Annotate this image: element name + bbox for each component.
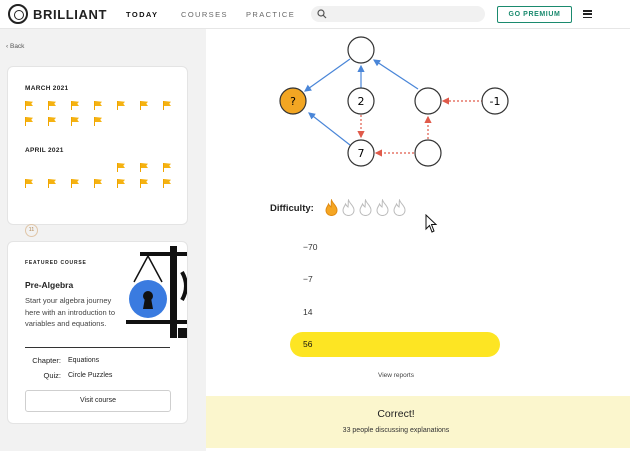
- visit-course-button[interactable]: Visit course: [25, 390, 171, 412]
- hamburger-menu-icon[interactable]: [583, 10, 592, 19]
- flame-filled-icon: [325, 199, 338, 216]
- nav-practice[interactable]: PRACTICE: [246, 10, 295, 19]
- answer-option-1[interactable]: −70: [290, 235, 500, 260]
- chapter-value: Equations: [68, 357, 100, 364]
- node-bottom: [414, 139, 442, 167]
- answer-option-2[interactable]: −7: [290, 267, 500, 292]
- streak-flag-icon: [48, 101, 56, 110]
- sidebar: ‹ Back MARCH 2021 APRIL 2021 11 FEATURED…: [0, 29, 206, 451]
- today-day-badge[interactable]: 11: [25, 224, 38, 237]
- nav-today[interactable]: TODAY: [126, 10, 158, 19]
- result-banner: Correct! 33 people discussing explanatio…: [206, 396, 630, 448]
- node-unknown: ?: [279, 87, 307, 115]
- featured-course-card: FEATURED COURSE Pre-Algebra Start your a…: [7, 241, 188, 424]
- problem-area: ? 2 -1 7 Difficulty: −70 −7 14 56 View r…: [206, 29, 630, 451]
- circle-puzzle-graph: ? 2 -1 7: [279, 36, 509, 167]
- search-input[interactable]: [311, 6, 485, 22]
- difficulty-label: Difficulty:: [270, 203, 314, 214]
- flame-empty-icon: [393, 199, 406, 216]
- streak-flag-icon: [163, 101, 171, 110]
- flame-empty-icon: [359, 199, 372, 216]
- streak-flag-icon: [71, 101, 79, 110]
- nav-courses[interactable]: COURSES: [181, 10, 228, 19]
- node-7-label: 7: [358, 147, 365, 160]
- balance-scale-illustration: [126, 246, 187, 338]
- month-label-april: APRIL 2021: [25, 147, 64, 154]
- edge-7-to-unknown: [308, 112, 351, 146]
- view-reports-link[interactable]: View reports: [206, 372, 586, 379]
- logo-icon: [8, 4, 28, 24]
- streak-flag-icon: [48, 179, 56, 188]
- course-description: Start your algebra journey here with an …: [25, 296, 116, 328]
- node-neg1-label: -1: [490, 95, 501, 108]
- node-2: 2: [347, 87, 375, 115]
- streak-flag-icon: [94, 117, 102, 126]
- brilliant-logo[interactable]: BRILLIANT: [8, 4, 107, 24]
- course-title[interactable]: Pre-Algebra: [25, 280, 73, 290]
- brand-name: BRILLIANT: [33, 6, 107, 22]
- quiz-label: Quiz:: [43, 371, 61, 380]
- streak-flag-icon: [71, 117, 79, 126]
- streak-flag-icon: [94, 179, 102, 188]
- node-unknown-label: ?: [290, 95, 296, 108]
- streak-flag-icon: [117, 179, 125, 188]
- streak-flag-icon: [71, 179, 79, 188]
- streak-flag-icon: [117, 163, 125, 172]
- top-nav-bar: BRILLIANT TODAY COURSES PRACTICE GO PREM…: [0, 0, 630, 29]
- search-icon: [317, 9, 327, 19]
- streak-flag-icon: [25, 117, 33, 126]
- result-title: Correct!: [377, 408, 415, 420]
- back-link[interactable]: ‹ Back: [6, 43, 24, 50]
- node-top: [347, 36, 375, 64]
- streak-flag-icon: [163, 179, 171, 188]
- node-right: [414, 87, 442, 115]
- quiz-value: Circle Puzzles: [68, 372, 113, 379]
- streak-flag-icon: [140, 179, 148, 188]
- flame-empty-icon: [342, 199, 355, 216]
- node-neg1: -1: [481, 87, 509, 115]
- streak-flag-icon: [94, 101, 102, 110]
- answer-option-3[interactable]: 14: [290, 300, 500, 325]
- streak-flag-icon: [140, 163, 148, 172]
- featured-course-eyebrow: FEATURED COURSE: [25, 260, 87, 266]
- streak-calendar-card: MARCH 2021 APRIL 2021 11: [7, 66, 188, 237]
- edge-right-to-top: [372, 59, 419, 90]
- streak-flag-icon: [163, 163, 171, 172]
- streak-flag-icon: [48, 117, 56, 126]
- mouse-cursor-icon: [425, 214, 438, 233]
- go-premium-button[interactable]: GO PREMIUM: [497, 6, 572, 23]
- streak-flag-icon: [25, 179, 33, 188]
- streak-flag-icon: [117, 101, 125, 110]
- answer-option-4-selected[interactable]: 56: [290, 332, 500, 357]
- flame-empty-icon: [376, 199, 389, 216]
- streak-flag-icon: [140, 101, 148, 110]
- edge-top-to-unknown: [304, 58, 351, 92]
- node-2-label: 2: [358, 95, 365, 108]
- month-label-march: MARCH 2021: [25, 85, 69, 92]
- streak-flag-icon: [25, 101, 33, 110]
- node-7: 7: [347, 139, 375, 167]
- course-divider: [25, 347, 170, 348]
- discussion-link[interactable]: 33 people discussing explanations: [206, 427, 586, 434]
- back-label: Back: [9, 43, 25, 50]
- chapter-label: Chapter:: [32, 356, 61, 365]
